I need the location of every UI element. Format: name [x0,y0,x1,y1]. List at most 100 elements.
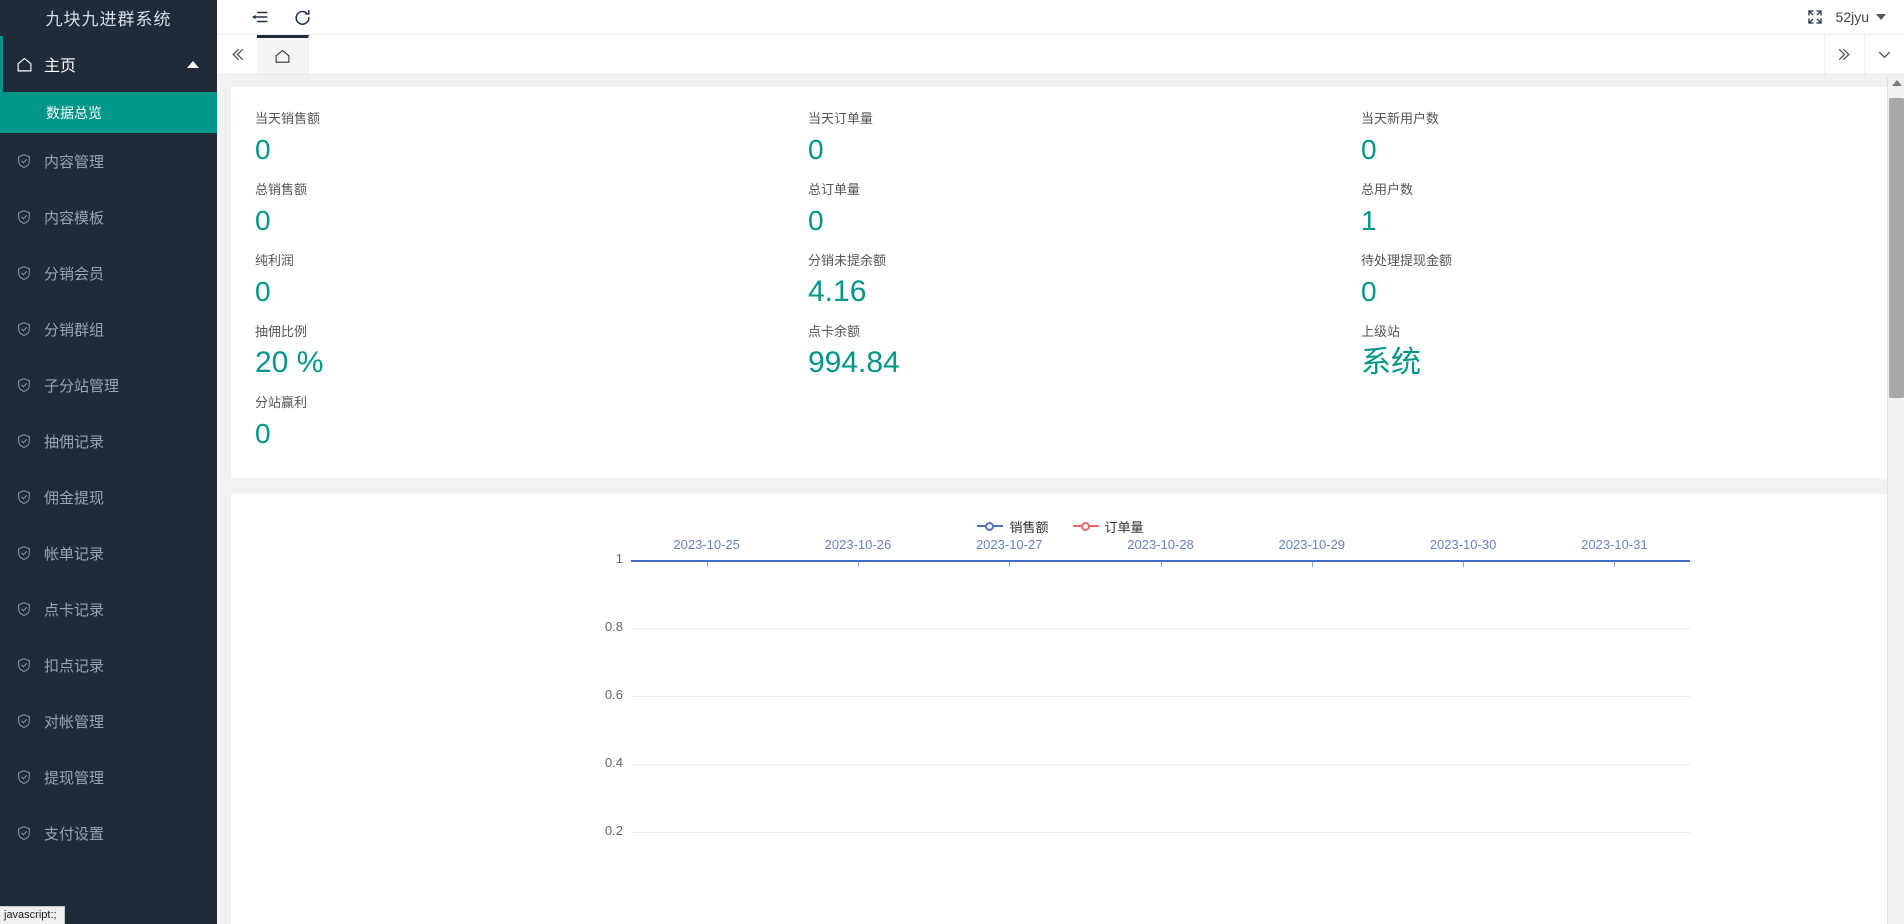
stat-value: 0 [255,130,784,170]
sidebar: 九块九进群系统 主页 数据总览 内容管理内容模板分销会员分销群组子分站管理抽佣记… [0,0,217,924]
sidebar-item-6[interactable]: 佣金提现 [0,469,217,525]
tab-scroll-right-button[interactable] [1824,35,1864,74]
legend-item-0[interactable]: 销售额 [977,517,1048,536]
stat-card: 当天订单量0 [784,103,1337,174]
sidebar-item-10[interactable]: 对帐管理 [0,693,217,749]
x-axis-tick [1161,562,1162,567]
app-root: 九块九进群系统 主页 数据总览 内容管理内容模板分销会员分销群组子分站管理抽佣记… [0,0,1904,924]
stat-value: 0 [1361,130,1890,170]
stat-card: 总订单量0 [784,174,1337,245]
legend-marker-icon [1073,520,1099,532]
shield-check-icon [16,769,42,785]
sidebar-item-label: 子分站管理 [44,375,119,396]
shield-check-icon [16,489,42,505]
top-toolbar: 52jyu [217,0,1904,35]
home-icon [274,48,291,65]
x-axis-tick [1312,562,1313,567]
tab-scroll-left-button[interactable] [217,35,257,74]
grid-line [631,764,1690,765]
stat-card: 待处理提现金额0 [1337,245,1890,316]
shield-check-icon [16,601,42,617]
sidebar-item-label: 提现管理 [44,767,104,788]
tab-dropdown-button[interactable] [1864,35,1904,74]
stat-label: 待处理提现金额 [1361,250,1890,272]
sidebar-item-label: 对帐管理 [44,711,104,732]
chart-card: 销售额订单量 10.80.60.40.22023-10-252023-10-26… [231,494,1890,924]
stat-label: 上级站 [1361,321,1890,343]
tab-bar-spacer [309,35,1824,74]
shield-check-icon [16,265,42,281]
scrollbar-thumb[interactable] [1889,98,1904,398]
x-axis-tick [1614,562,1615,567]
stat-card: 当天销售额0 [231,103,784,174]
sidebar-item-label: 内容管理 [44,151,104,172]
stat-card-empty [784,387,1337,458]
stat-value: 994.84 [808,343,1337,383]
x-axis-tick-label: 2023-10-30 [1430,537,1497,552]
sidebar-item-label: 分销会员 [44,263,104,284]
sidebar-item-12[interactable]: 支付设置 [0,805,217,861]
user-menu[interactable]: 52jyu [1836,9,1904,25]
stat-card: 当天新用户数0 [1337,103,1890,174]
browser-status-bar: javascript:; [0,906,65,924]
sidebar-item-5[interactable]: 抽佣记录 [0,413,217,469]
sidebar-item-8[interactable]: 点卡记录 [0,581,217,637]
fullscreen-icon[interactable] [1794,0,1836,35]
sidebar-item-0[interactable]: 内容管理 [0,133,217,189]
menu-collapse-icon[interactable] [239,0,281,35]
grid-line [631,696,1690,697]
legend-marker-icon [977,520,1003,532]
stat-value: 1 [1361,201,1890,241]
stat-label: 总销售额 [255,179,784,201]
scroll-up-arrow-icon[interactable] [1892,80,1902,86]
stat-value: 系统 [1361,343,1890,383]
x-axis-tick [1463,562,1464,567]
sidebar-item-label: 佣金提现 [44,487,104,508]
shield-check-icon [16,209,42,225]
stat-card: 纯利润0 [231,245,784,316]
tab-home[interactable] [257,35,309,74]
sidebar-item-label: 抽佣记录 [44,431,104,452]
stat-value: 0 [808,201,1337,241]
stat-card: 总销售额0 [231,174,784,245]
sidebar-item-1[interactable]: 内容模板 [0,189,217,245]
shield-check-icon [16,657,42,673]
stat-value: 0 [1361,272,1890,312]
y-axis-tick-label: 0.8 [583,619,623,634]
shield-check-icon [16,377,42,393]
sidebar-nav-list: 内容管理内容模板分销会员分销群组子分站管理抽佣记录佣金提现帐单记录点卡记录扣点记… [0,133,217,861]
sidebar-item-label: 支付设置 [44,823,104,844]
shield-check-icon [16,321,42,337]
sidebar-item-9[interactable]: 扣点记录 [0,637,217,693]
sidebar-item-home[interactable]: 主页 [0,36,217,92]
browser-scrollbar[interactable] [1887,76,1904,924]
stat-label: 点卡余额 [808,321,1337,343]
stat-label: 总订单量 [808,179,1337,201]
shield-check-icon [16,545,42,561]
sidebar-item-2[interactable]: 分销会员 [0,245,217,301]
stat-label: 抽佣比例 [255,321,784,343]
x-axis-tick-label: 2023-10-31 [1581,537,1648,552]
chevron-down-icon [1876,14,1886,20]
y-axis-tick-label: 1 [583,551,623,566]
sidebar-item-4[interactable]: 子分站管理 [0,357,217,413]
sidebar-item-11[interactable]: 提现管理 [0,749,217,805]
sidebar-item-3[interactable]: 分销群组 [0,301,217,357]
legend-item-1[interactable]: 订单量 [1073,517,1144,536]
shield-check-icon [16,433,42,449]
stat-label: 当天销售额 [255,108,784,130]
refresh-icon[interactable] [281,0,323,35]
stat-label: 分站赢利 [255,392,784,414]
grid-line [631,628,1690,629]
stat-value: 0 [255,201,784,241]
grid-line [631,832,1690,833]
y-axis-tick-label: 0.4 [583,755,623,770]
stat-value: 0 [808,130,1337,170]
x-axis-tick-label: 2023-10-27 [976,537,1043,552]
sidebar-item-label: 帐单记录 [44,543,104,564]
sidebar-item-7[interactable]: 帐单记录 [0,525,217,581]
active-indicator-bar [0,36,3,92]
content-scroll-area[interactable]: 当天销售额0当天订单量0当天新用户数0总销售额0总订单量0总用户数1纯利润0分销… [217,75,1904,924]
sidebar-item-data-overview[interactable]: 数据总览 [0,92,217,133]
stat-label: 当天新用户数 [1361,108,1890,130]
